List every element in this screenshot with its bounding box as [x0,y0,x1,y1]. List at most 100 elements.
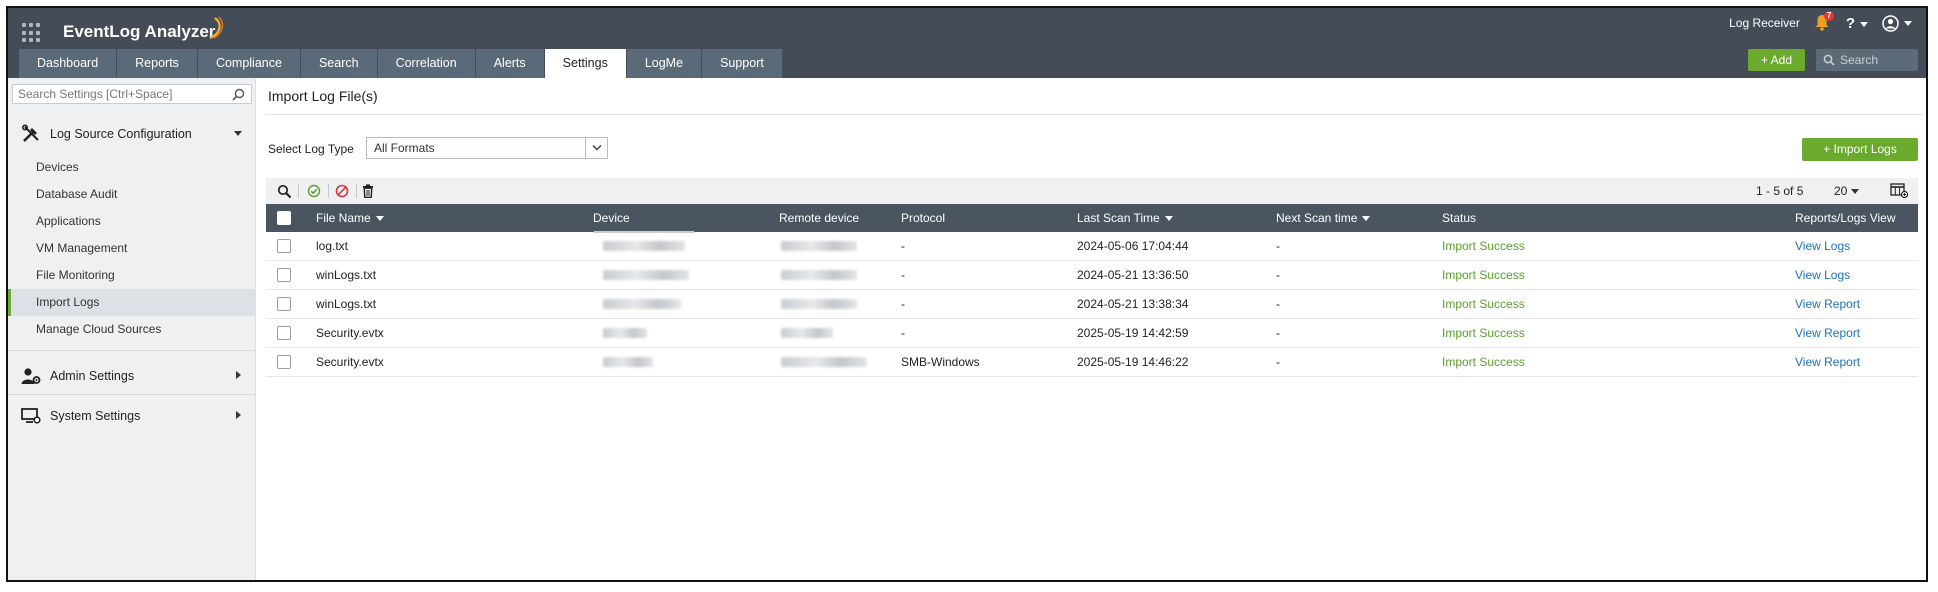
column-device[interactable]: Device [593,204,630,232]
monitor-gear-icon [20,405,42,427]
chevron-down-icon [1851,189,1860,195]
row-last-scan-time: 2025-05-19 14:42:59 [1077,326,1189,340]
main-content: Import Log File(s) Select Log Type All F… [266,78,1922,580]
bell-icon[interactable]: 7 [1814,11,1835,32]
row-protocol: - [901,326,905,340]
row-next-scan-time: - [1276,355,1280,369]
sidebar-item-file-monitoring[interactable]: File Monitoring [8,262,256,289]
row-view-link[interactable]: View Logs [1795,232,1850,261]
blurred-remote-device [781,357,867,367]
row-checkbox[interactable] [277,355,291,369]
row-protocol: - [901,297,905,311]
chevron-down-icon [585,138,607,158]
trash-icon[interactable] [360,183,376,199]
row-view-link[interactable]: View Logs [1795,261,1850,290]
blurred-device [603,241,685,251]
row-next-scan-time: - [1276,239,1280,253]
tab-compliance[interactable]: Compliance [197,49,301,78]
toolbar-separator [328,184,329,198]
row-view-link[interactable]: View Report [1795,290,1860,319]
column-protocol[interactable]: Protocol [901,204,945,232]
section-system-settings[interactable]: System Settings [8,400,256,432]
tab-alerts[interactable]: Alerts [475,49,545,78]
table-header: File Name Device Remote device Protocol … [266,204,1918,232]
sidebar-item-import-logs[interactable]: Import Logs [8,289,256,316]
toolbar-separator [298,184,299,198]
tab-settings[interactable]: Settings [544,49,627,78]
row-checkbox[interactable] [277,297,291,311]
tab-logme[interactable]: LogMe [626,49,703,78]
row-checkbox[interactable] [277,239,291,253]
row-last-scan-time: 2025-05-19 14:46:22 [1077,355,1189,369]
column-status[interactable]: Status [1442,204,1476,232]
column-remote-device[interactable]: Remote device [779,204,859,232]
sidebar-item-devices[interactable]: Devices [8,154,256,181]
column-last-scan-label: Last Scan Time [1077,211,1160,225]
search-filter-icon[interactable] [276,183,292,199]
page-size-select[interactable]: 20 [1834,184,1860,198]
tab-dashboard[interactable]: Dashboard [19,49,118,78]
blurred-device [603,357,653,367]
column-file-name[interactable]: File Name [316,204,384,232]
blurred-device [603,270,689,280]
title-divider [266,114,1922,115]
enable-icon[interactable] [306,183,322,199]
column-chooser-icon[interactable] [1890,183,1909,201]
row-status: Import Success [1442,297,1525,311]
notification-badge: 7 [1823,11,1835,21]
row-status: Import Success [1442,268,1525,282]
tab-search[interactable]: Search [300,49,378,78]
blurred-remote-device [781,270,857,280]
main-tabs: Dashboard Reports Compliance Search Corr… [19,49,783,78]
tab-reports[interactable]: Reports [117,49,198,78]
row-file-name: winLogs.txt [316,297,377,311]
row-view-link[interactable]: View Report [1795,319,1860,348]
column-next-scan-time[interactable]: Next Scan time [1276,204,1371,232]
row-checkbox[interactable] [277,326,291,340]
add-button[interactable]: + Add [1748,49,1805,71]
tab-correlation[interactable]: Correlation [377,49,476,78]
sidebar-item-manage-cloud-sources[interactable]: Manage Cloud Sources [8,316,256,343]
blurred-remote-device [781,328,833,338]
table-row: log.txt - 2024-05-06 17:04:44 - Import S… [266,232,1918,261]
page-size-value: 20 [1834,184,1848,198]
sort-down-icon [375,216,384,222]
disable-icon[interactable] [334,183,350,199]
sort-down-icon [1362,216,1371,222]
sidebar-item-vm-management[interactable]: VM Management [8,235,256,262]
table-row: winLogs.txt - 2024-05-21 13:36:50 - Impo… [266,261,1918,290]
blurred-remote-device [781,299,857,309]
row-status: Import Success [1442,326,1525,340]
row-view-link[interactable]: View Report [1795,348,1860,377]
select-all-checkbox[interactable] [277,211,291,225]
settings-search-input[interactable]: Search Settings [Ctrl+Space] [12,84,252,104]
column-reports-logs-view[interactable]: Reports/Logs View [1795,204,1896,232]
import-logs-button[interactable]: + Import Logs [1802,138,1918,161]
global-search-placeholder: Search [1840,53,1879,67]
tab-support[interactable]: Support [702,49,783,78]
pagination-info: 1 - 5 of 5 [1756,184,1804,198]
row-file-name: winLogs.txt [316,268,377,282]
global-search-input[interactable]: Search [1816,49,1918,71]
section-admin-settings[interactable]: Admin Settings [8,360,256,392]
chevron-down-icon [1904,20,1912,26]
sidebar-item-applications[interactable]: Applications [8,208,256,235]
user-icon [1882,14,1899,32]
sidebar-divider [8,350,256,351]
search-icon [1823,54,1835,66]
log-type-select[interactable]: All Formats [366,137,608,159]
apps-grid-icon[interactable] [22,23,42,43]
row-next-scan-time: - [1276,297,1280,311]
log-receiver-link[interactable]: Log Receiver [1729,16,1800,30]
chevron-right-icon [236,371,241,379]
column-last-scan-time[interactable]: Last Scan Time [1077,204,1173,232]
help-menu[interactable]: ? [1846,15,1868,32]
section-log-source-configuration[interactable]: Log Source Configuration [8,118,256,150]
sidebar-item-database-audit[interactable]: Database Audit [8,181,256,208]
chevron-right-icon [236,411,241,419]
row-checkbox[interactable] [277,268,291,282]
page-title: Import Log File(s) [268,88,378,104]
app-title: EventLog Analyzer [63,22,216,41]
log-type-value: All Formats [374,141,435,155]
user-menu[interactable] [1882,14,1912,32]
